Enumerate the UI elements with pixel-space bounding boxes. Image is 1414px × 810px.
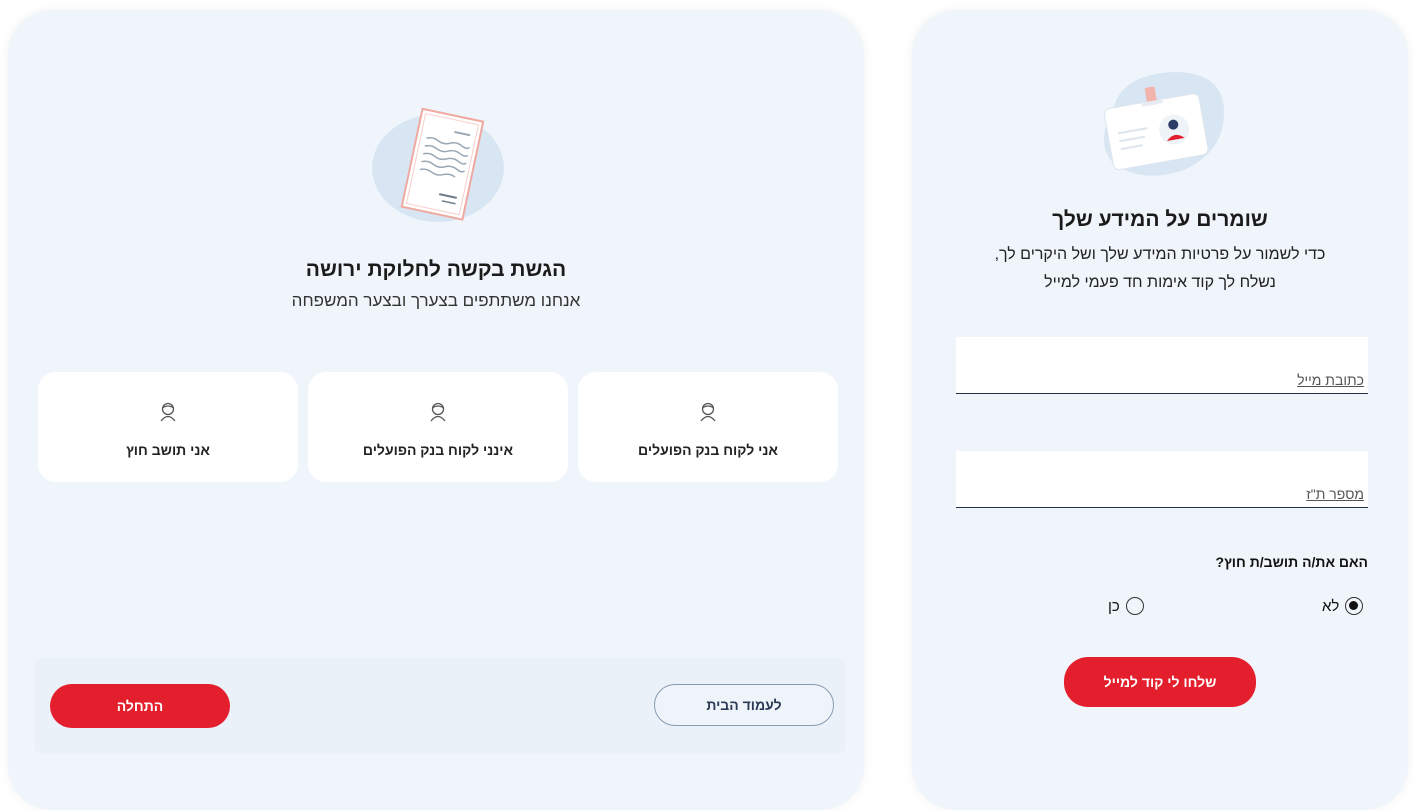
radio-yes[interactable]: כן bbox=[1108, 596, 1144, 616]
person-icon bbox=[700, 402, 716, 422]
radio-checked-icon bbox=[1345, 597, 1364, 615]
id-card-illustration-icon bbox=[1104, 72, 1224, 176]
radio-no[interactable]: לא bbox=[1322, 596, 1364, 616]
foreign-resident-question: האם את/ה תושב/ת חוץ? bbox=[1215, 554, 1368, 570]
option-label: אני לקוח בנק הפועלים bbox=[638, 442, 778, 458]
send-code-button[interactable]: שלחו לי קוד למייל bbox=[1064, 657, 1256, 707]
option-card-foreign-resident[interactable]: אני תושב חוץ bbox=[38, 372, 298, 482]
radio-unchecked-icon bbox=[1125, 597, 1144, 615]
person-icon bbox=[160, 402, 176, 422]
email-field[interactable] bbox=[956, 337, 1368, 393]
email-field-container bbox=[956, 337, 1368, 394]
home-page-button[interactable]: לעמוד הבית bbox=[654, 684, 834, 726]
radio-no-label: לא bbox=[1322, 597, 1340, 615]
person-icon bbox=[430, 402, 446, 422]
page-subtitle: אנחנו משתתפים בצערך ובצער המשפחה bbox=[291, 291, 581, 310]
radio-yes-label: כן bbox=[1108, 597, 1120, 615]
verification-description-line-2: נשלח לך קוד אימות חד פעמי למייל bbox=[1044, 274, 1276, 291]
page-title: הגשת בקשה לחלוקת ירושה bbox=[305, 258, 567, 281]
document-illustration-icon bbox=[372, 107, 504, 222]
option-label: אני תושב חוץ bbox=[126, 442, 210, 458]
inheritance-request-panel: הגשת בקשה לחלוקת ירושה אנחנו משתתפים בצע… bbox=[8, 10, 864, 810]
id-number-field[interactable] bbox=[956, 451, 1368, 507]
verification-panel: שומרים על המידע שלך כדי לשמור על פרטיות … bbox=[912, 10, 1408, 810]
option-card-bank-customer[interactable]: אני לקוח בנק הפועלים bbox=[578, 372, 838, 482]
start-button[interactable]: התחלה bbox=[50, 684, 230, 728]
id-number-field-container bbox=[956, 451, 1368, 508]
option-card-not-bank-customer[interactable]: אינני לקוח בנק הפועלים bbox=[308, 372, 568, 482]
verification-description-line-1: כדי לשמור על פרטיות המידע שלך ושל היקרים… bbox=[994, 246, 1326, 263]
verification-title: שומרים על המידע שלך bbox=[1052, 208, 1268, 231]
option-label: אינני לקוח בנק הפועלים bbox=[362, 442, 514, 458]
